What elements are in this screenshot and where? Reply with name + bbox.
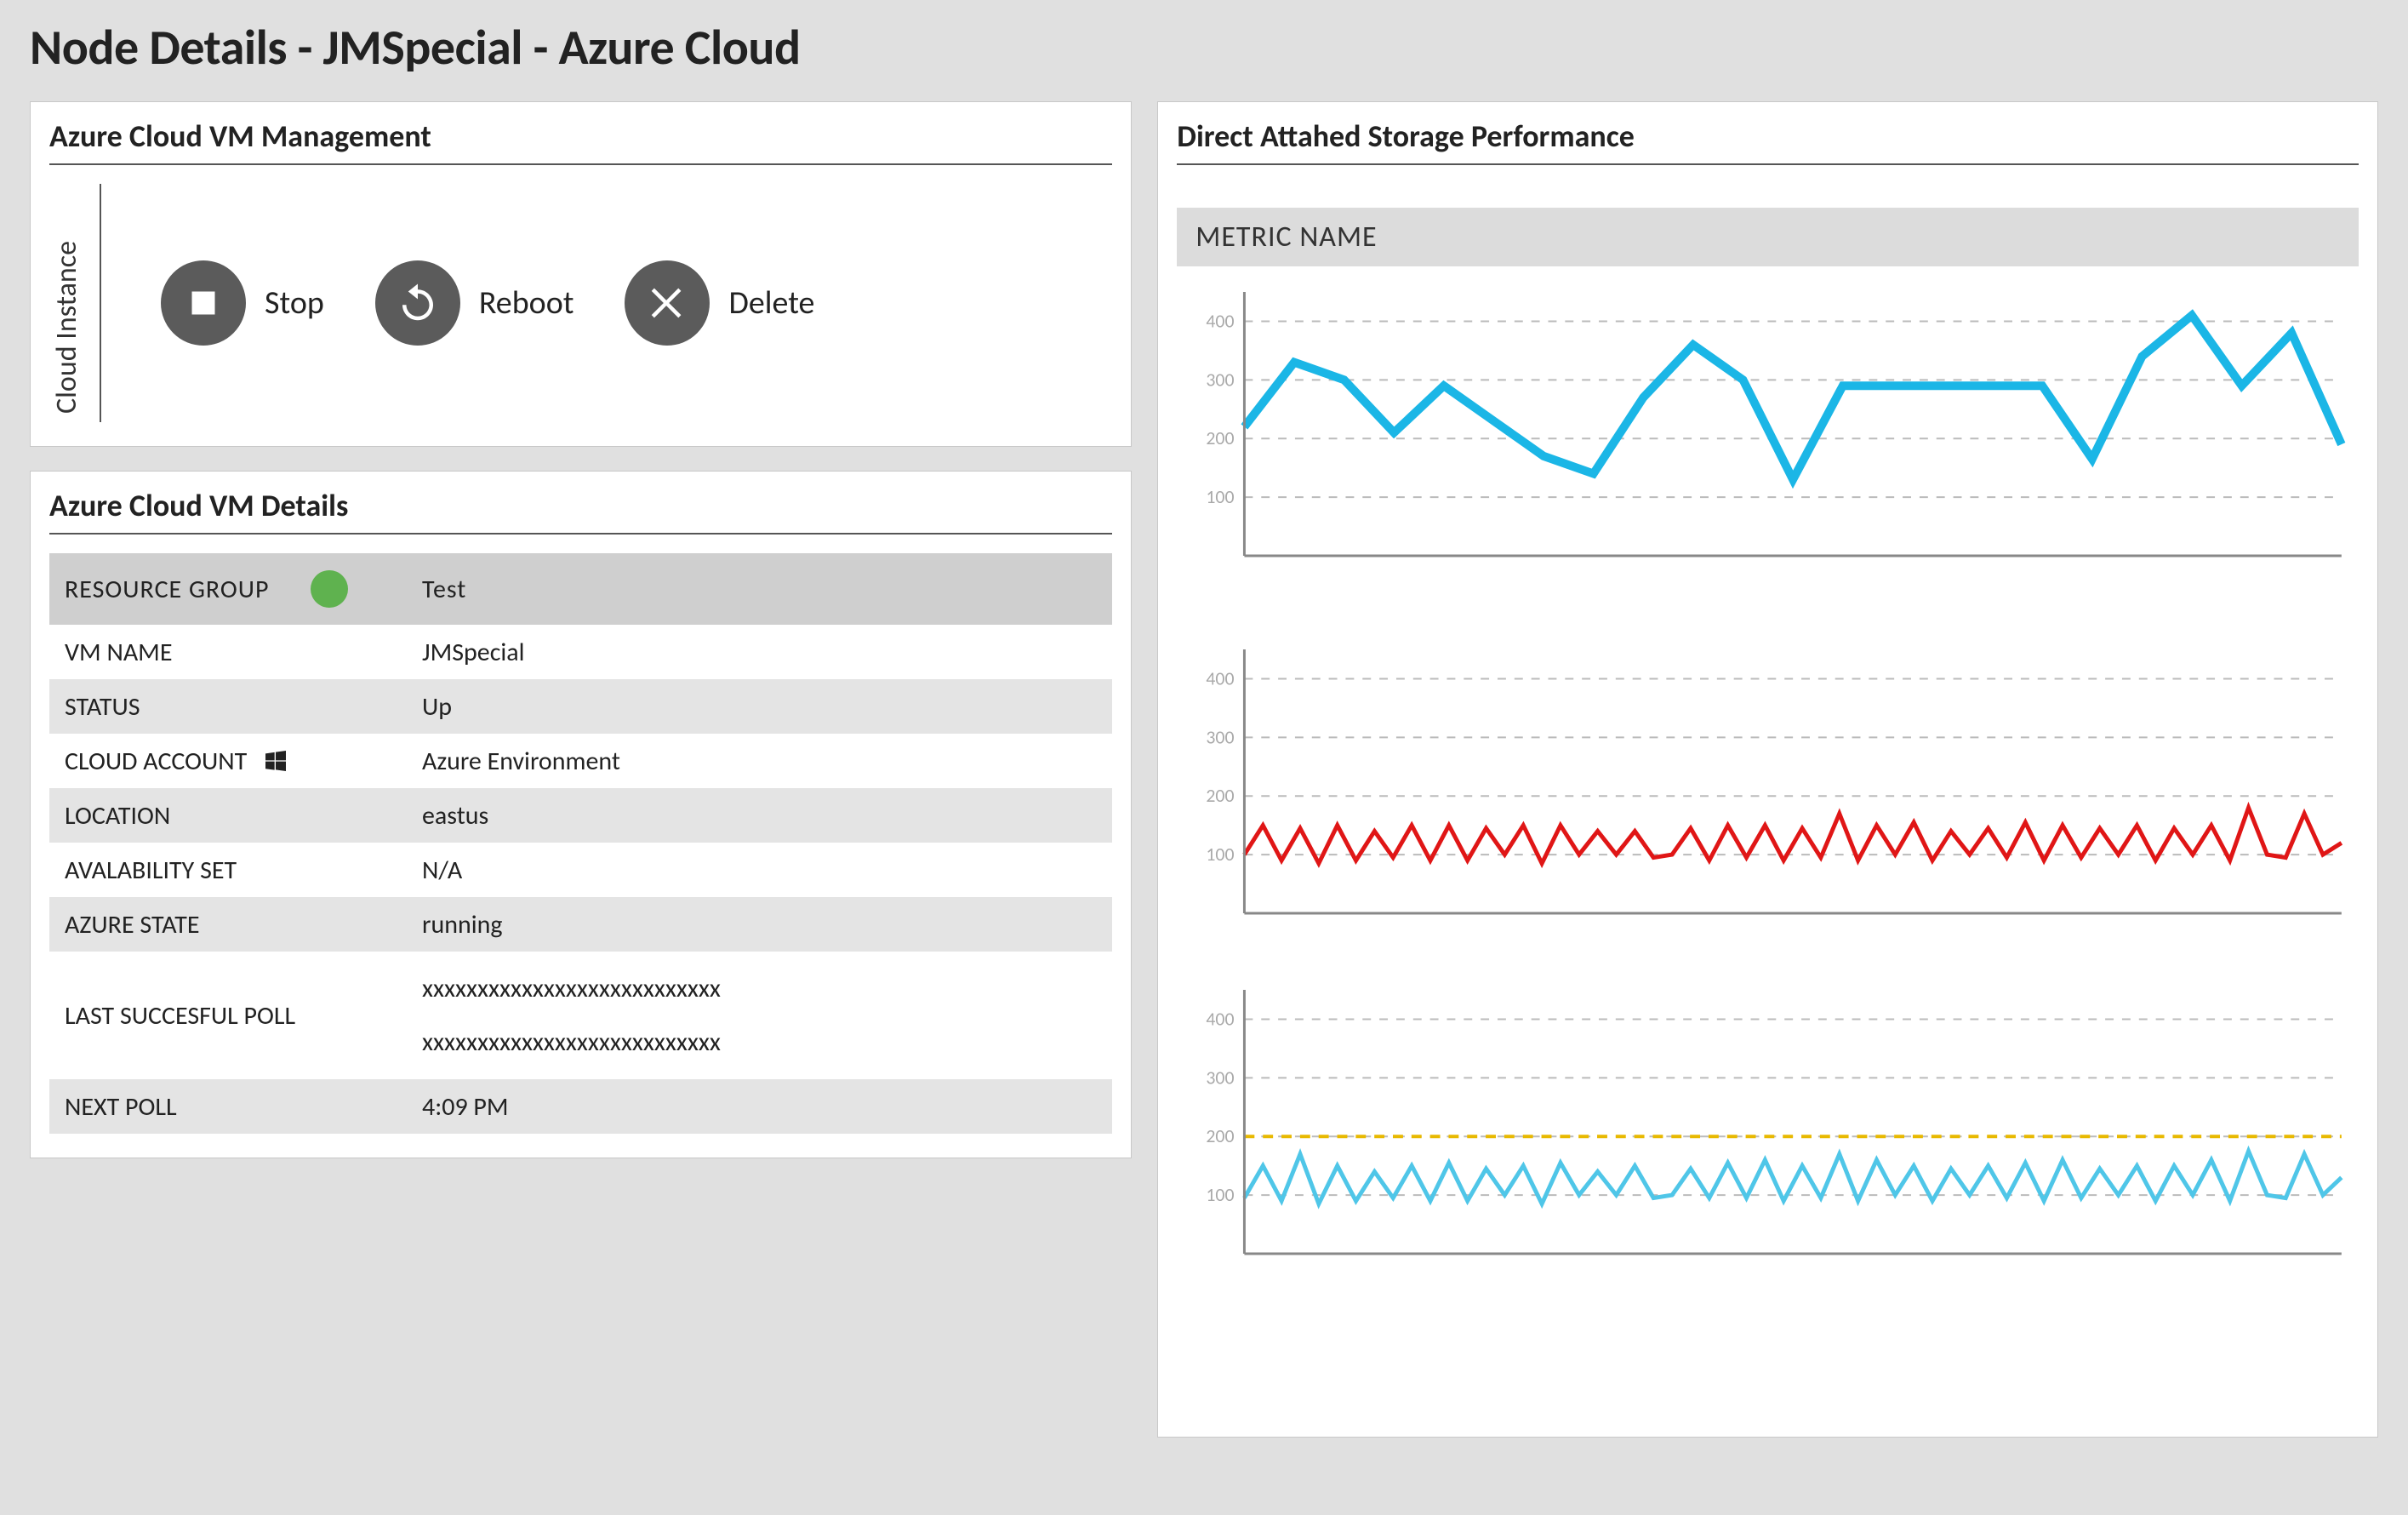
storage-perf-panel: Direct Attahed Storage Performance METRI… [1157, 101, 2378, 1438]
location-value: eastus [422, 800, 1097, 832]
location-label: LOCATION [65, 800, 422, 832]
delete-button[interactable]: Delete [625, 260, 814, 346]
status-dot-icon [311, 570, 348, 608]
chart-3: 100 200 300 400 [1185, 981, 2350, 1271]
svg-text:200: 200 [1207, 784, 1235, 807]
status-value: Up [422, 691, 1097, 723]
azure-state-label: AZURE STATE [65, 909, 422, 940]
chart-1: 100 200 300 400 [1185, 283, 2350, 573]
resource-group-value: Test [422, 574, 1097, 605]
svg-text:100: 100 [1207, 485, 1235, 508]
row-last-poll: LAST SUCCESFUL POLL xxxxxxxxxxxxxxxxxxxx… [49, 952, 1112, 1079]
reboot-button[interactable]: Reboot [375, 260, 574, 346]
status-label: STATUS [65, 691, 422, 723]
last-poll-value-2: xxxxxxxxxxxxxxxxxxxxxxxxxxx [422, 1026, 1097, 1058]
stop-label: Stop [265, 283, 324, 323]
availability-set-label: AVALABILITY SET [65, 855, 422, 886]
last-poll-label: LAST SUCCESFUL POLL [65, 1000, 422, 1032]
vm-details-table: RESOURCE GROUP Test VM NAME JMSpecial ST… [49, 553, 1112, 1134]
vm-details-title: Azure Cloud VM Details [49, 487, 1112, 535]
row-next-poll: NEXT POLL 4:09 PM [49, 1079, 1112, 1134]
svg-text:400: 400 [1207, 666, 1235, 689]
svg-text:400: 400 [1207, 1007, 1235, 1030]
next-poll-value: 4:09 PM [422, 1091, 1097, 1123]
resource-group-label: RESOURCE GROUP [65, 574, 270, 605]
vm-name-value: JMSpecial [422, 637, 1097, 668]
row-resource-group: RESOURCE GROUP Test [49, 553, 1112, 625]
cloud-instance-label: Cloud Instance [49, 184, 101, 422]
stop-button[interactable]: Stop [161, 260, 324, 346]
svg-text:200: 200 [1207, 1124, 1235, 1147]
vm-management-panel: Azure Cloud VM Management Cloud Instance… [30, 101, 1132, 447]
last-poll-value-1: xxxxxxxxxxxxxxxxxxxxxxxxxxx [422, 973, 1097, 1004]
svg-text:300: 300 [1207, 1066, 1235, 1089]
cloud-account-label: CLOUD ACCOUNT [65, 746, 247, 777]
row-cloud-account: CLOUD ACCOUNT Azure Environment [49, 734, 1112, 788]
vm-name-label: VM NAME [65, 637, 422, 668]
page-title: Node Details - JMSpecial - Azure Cloud [30, 17, 2378, 77]
storage-perf-title: Direct Attahed Storage Performance [1177, 117, 2359, 165]
next-poll-label: NEXT POLL [65, 1091, 422, 1123]
reboot-icon [375, 260, 460, 346]
metric-name-header: METRIC NAME [1177, 208, 2359, 266]
vm-details-panel: Azure Cloud VM Details RESOURCE GROUP Te… [30, 471, 1132, 1158]
stop-icon [161, 260, 246, 346]
svg-text:400: 400 [1207, 309, 1235, 332]
azure-state-value: running [422, 909, 1097, 940]
row-azure-state: AZURE STATE running [49, 897, 1112, 952]
availability-set-value: N/A [422, 855, 1097, 886]
windows-icon [262, 747, 289, 775]
svg-text:300: 300 [1207, 368, 1235, 391]
svg-text:100: 100 [1207, 1183, 1235, 1206]
row-vm-name: VM NAME JMSpecial [49, 625, 1112, 679]
svg-text:200: 200 [1207, 426, 1235, 449]
delete-label: Delete [728, 283, 814, 323]
row-status: STATUS Up [49, 679, 1112, 734]
cloud-account-value: Azure Environment [422, 746, 1097, 777]
svg-text:300: 300 [1207, 725, 1235, 748]
row-availability-set: AVALABILITY SET N/A [49, 843, 1112, 897]
svg-text:100: 100 [1207, 843, 1235, 866]
chart-2: 100 200 300 400 [1185, 641, 2350, 930]
delete-icon [625, 260, 710, 346]
reboot-label: Reboot [479, 283, 574, 323]
vm-management-title: Azure Cloud VM Management [49, 117, 1112, 165]
row-location: LOCATION eastus [49, 788, 1112, 843]
